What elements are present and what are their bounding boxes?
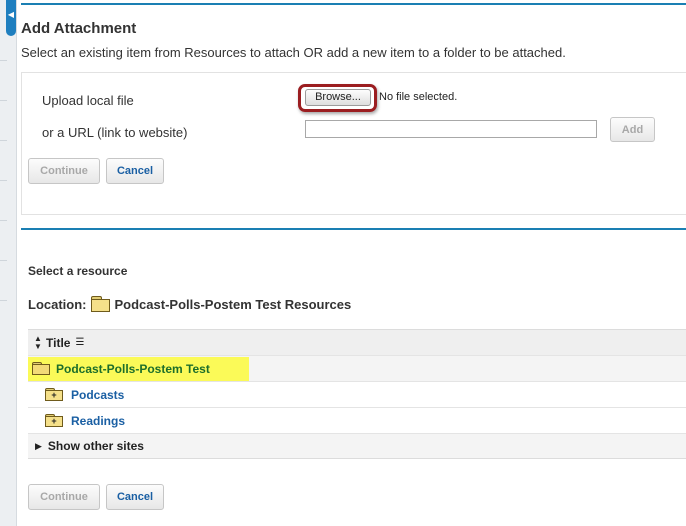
top-divider: [21, 3, 686, 5]
divider: [0, 100, 7, 101]
divider: [0, 300, 7, 301]
chevron-left-icon: ◀: [7, 10, 15, 19]
page-title: Add Attachment: [21, 20, 137, 37]
collapse-sidebar-tab[interactable]: ◀: [6, 0, 16, 36]
folder-icon: [90, 296, 110, 312]
resource-table: ▲ ▼ Title ☰ Podcast-Polls-Postem Test + P…: [28, 329, 686, 459]
continue-button[interactable]: Continue: [28, 158, 100, 184]
location-breadcrumb: Location: Podcast-Polls-Postem Test Reso…: [28, 296, 351, 312]
no-file-selected-text: No file selected.: [379, 91, 458, 103]
current-folder-entry: Podcast-Polls-Postem Test: [28, 362, 210, 376]
section-divider: [21, 228, 686, 230]
add-url-button[interactable]: Add: [610, 117, 655, 142]
browse-button[interactable]: Browse...: [305, 89, 371, 106]
cancel-button-bottom[interactable]: Cancel: [106, 484, 164, 510]
divider: [0, 60, 7, 61]
resource-link[interactable]: Podcasts: [71, 388, 124, 402]
current-folder-label: Podcast-Polls-Postem Test: [56, 361, 210, 376]
upload-file-label: Upload local file: [42, 93, 134, 108]
resource-link[interactable]: Readings: [71, 414, 125, 428]
table-row-current-folder[interactable]: Podcast-Polls-Postem Test: [28, 355, 686, 381]
instructions-text: Select an existing item from Resources t…: [21, 45, 566, 60]
open-folder-icon: [32, 362, 50, 375]
filter-icon[interactable]: ☰: [75, 337, 84, 348]
url-label: or a URL (link to website): [42, 125, 188, 140]
table-header-row: ▲ ▼ Title ☰: [28, 329, 686, 355]
table-row[interactable]: + Podcasts: [28, 381, 686, 407]
expand-triangle-icon[interactable]: ▶: [35, 441, 42, 452]
location-name: Podcast-Polls-Postem Test Resources: [114, 296, 352, 312]
divider: [0, 220, 7, 221]
show-other-sites-row[interactable]: ▶ Show other sites: [28, 433, 686, 459]
show-other-sites-label[interactable]: Show other sites: [48, 439, 144, 453]
sort-icon[interactable]: ▲ ▼: [34, 334, 42, 351]
folder-plus-icon[interactable]: +: [45, 388, 63, 401]
divider: [0, 260, 7, 261]
url-input[interactable]: [305, 120, 597, 138]
location-label: Location:: [28, 296, 87, 312]
left-sidebar-strip: [0, 0, 17, 526]
folder-plus-icon[interactable]: +: [45, 414, 63, 427]
continue-button-bottom[interactable]: Continue: [28, 484, 100, 510]
divider: [0, 140, 7, 141]
column-title-header[interactable]: Title: [46, 336, 70, 350]
select-resource-heading: Select a resource: [28, 264, 128, 278]
divider: [0, 180, 7, 181]
table-row[interactable]: + Readings: [28, 407, 686, 433]
cancel-button[interactable]: Cancel: [106, 158, 164, 184]
